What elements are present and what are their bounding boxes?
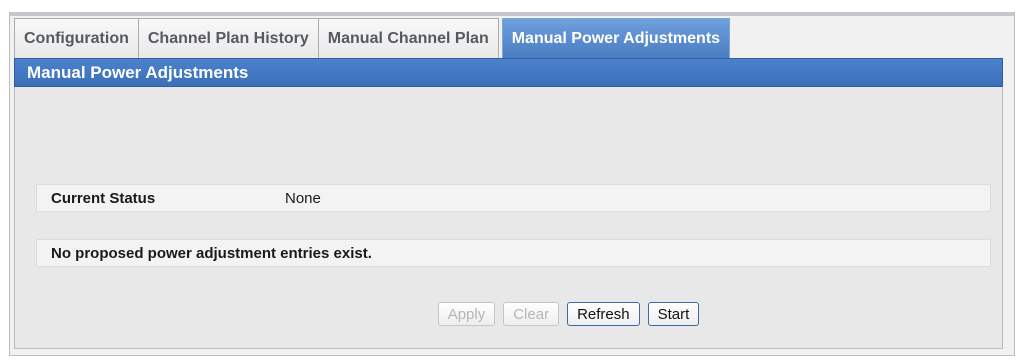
entries-message: No proposed power adjustment entries exi… xyxy=(51,244,372,262)
current-status-value: None xyxy=(285,189,321,207)
tab-channel-plan-history[interactable]: Channel Plan History xyxy=(137,18,319,58)
tab-configuration[interactable]: Configuration xyxy=(14,18,139,58)
current-status-row: Current Status None xyxy=(36,184,991,212)
clear-button[interactable]: Clear xyxy=(503,302,560,326)
entries-message-row: No proposed power adjustment entries exi… xyxy=(36,239,991,267)
apply-button[interactable]: Apply xyxy=(437,302,496,326)
tab-manual-power-adjustments[interactable]: Manual Power Adjustments xyxy=(501,18,731,58)
tab-bar: Configuration Channel Plan History Manua… xyxy=(14,15,731,58)
current-status-label: Current Status xyxy=(51,189,156,207)
tab-manual-channel-plan[interactable]: Manual Channel Plan xyxy=(317,18,499,58)
button-bar: Apply Clear Refresh Start xyxy=(0,302,1027,326)
panel-title-text: Manual Power Adjustments xyxy=(27,62,249,82)
refresh-button[interactable]: Refresh xyxy=(567,302,640,326)
start-button[interactable]: Start xyxy=(647,302,700,326)
panel-title: Manual Power Adjustments xyxy=(14,58,1003,87)
